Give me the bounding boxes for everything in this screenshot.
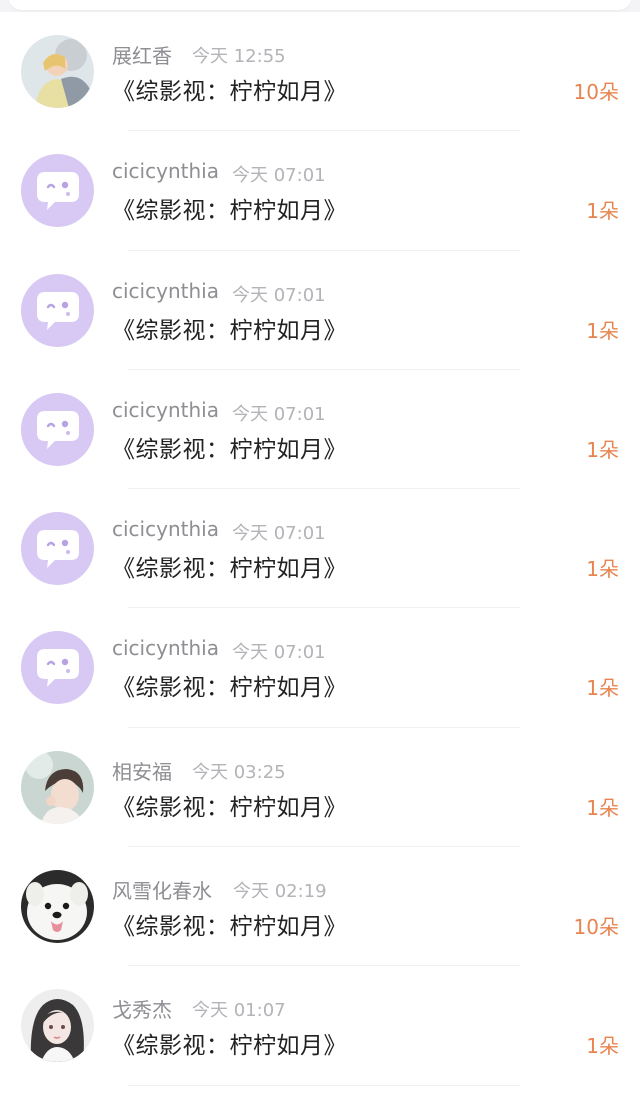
user-photo-avatar-icon xyxy=(21,989,94,1063)
user-photo-avatar-icon xyxy=(21,35,94,108)
avatar[interactable] xyxy=(21,870,94,944)
gift-record-list: 展红香 今天 12:55 《综影视：柠柠如月》 10朵 cicicynthia … xyxy=(0,12,640,1086)
list-item[interactable]: cicicynthia 今天 07:01 《综影视：柠柠如月》 1朵 xyxy=(0,489,640,609)
avatar[interactable] xyxy=(21,750,94,824)
flower-count: 10朵 xyxy=(573,915,619,940)
avatar[interactable] xyxy=(21,631,94,705)
send-time: 今天 01:07 xyxy=(192,1000,286,1022)
list-item[interactable]: 风雪化春水 今天 02:19 《综影视：柠柠如月》 10朵 xyxy=(0,847,640,967)
chat-bubble-icon xyxy=(21,154,94,228)
sender-name: 风雪化春水 xyxy=(112,879,212,904)
list-item[interactable]: 相安福 今天 03:25 《综影视：柠柠如月》 1朵 xyxy=(0,728,640,848)
sender-name: 展红香 xyxy=(112,44,172,68)
send-time: 今天 07:01 xyxy=(232,284,326,306)
avatar[interactable] xyxy=(21,989,94,1063)
sender-name: 戈秀杰 xyxy=(112,998,172,1023)
avatar[interactable] xyxy=(21,392,94,466)
flower-count: 10朵 xyxy=(573,80,619,104)
list-item[interactable]: cicicynthia 今天 07:01 《综影视：柠柠如月》 1朵 xyxy=(0,251,640,370)
send-time: 今天 12:55 xyxy=(192,46,286,67)
book-title[interactable]: 《综影视：柠柠如月》 xyxy=(112,72,347,106)
list-item[interactable]: 戈秀杰 今天 01:07 《综影视：柠柠如月》 1朵 xyxy=(0,966,640,1086)
chat-bubble-icon xyxy=(21,392,94,466)
user-photo-avatar-icon xyxy=(21,750,94,824)
divider xyxy=(128,1084,520,1086)
book-title[interactable]: 《综影视：柠柠如月》 xyxy=(112,311,347,345)
chat-bubble-icon xyxy=(21,631,94,705)
send-time: 今天 07:01 xyxy=(232,523,326,545)
book-title[interactable]: 《综影视：柠柠如月》 xyxy=(112,668,347,702)
list-item[interactable]: cicicynthia 今天 07:01 《综影视：柠柠如月》 1朵 xyxy=(0,131,640,251)
flower-count: 1朵 xyxy=(586,676,619,701)
flower-count: 1朵 xyxy=(586,199,619,224)
top-bar xyxy=(0,0,640,12)
book-title[interactable]: 《综影视：柠柠如月》 xyxy=(112,549,347,583)
book-title[interactable]: 《综影视：柠柠如月》 xyxy=(112,191,347,225)
sender-name: 相安福 xyxy=(112,759,172,784)
list-item[interactable]: cicicynthia 今天 07:01 《综影视：柠柠如月》 1朵 xyxy=(0,608,640,728)
flower-count: 1朵 xyxy=(586,557,619,582)
avatar[interactable] xyxy=(21,512,94,586)
flower-count: 1朵 xyxy=(586,1034,619,1059)
sender-name: cicicynthia xyxy=(112,278,219,303)
book-title[interactable]: 《综影视：柠柠如月》 xyxy=(112,788,347,822)
avatar[interactable] xyxy=(21,273,94,347)
send-time: 今天 07:01 xyxy=(232,642,326,664)
chat-bubble-icon xyxy=(21,512,94,586)
avatar[interactable] xyxy=(21,154,94,228)
sender-name: cicicynthia xyxy=(112,636,219,661)
send-time: 今天 07:01 xyxy=(232,403,326,425)
book-title[interactable]: 《综影视：柠柠如月》 xyxy=(112,907,347,941)
avatar[interactable] xyxy=(21,35,94,108)
send-time: 今天 07:01 xyxy=(232,165,326,187)
chat-bubble-icon xyxy=(21,273,94,347)
send-time: 今天 02:19 xyxy=(233,881,327,903)
sender-name: cicicynthia xyxy=(112,159,219,184)
send-time: 今天 03:25 xyxy=(192,761,286,783)
sender-name: cicicynthia xyxy=(112,397,219,422)
flower-count: 1朵 xyxy=(586,795,619,820)
flower-count: 1朵 xyxy=(586,437,619,462)
book-title[interactable]: 《综影视：柠柠如月》 xyxy=(112,430,347,464)
flower-count: 1朵 xyxy=(586,318,619,343)
book-title[interactable]: 《综影视：柠柠如月》 xyxy=(112,1026,347,1060)
sender-name: cicicynthia xyxy=(112,517,219,542)
list-item[interactable]: cicicynthia 今天 07:01 《综影视：柠柠如月》 1朵 xyxy=(0,370,640,490)
dog-photo-avatar-icon xyxy=(21,870,94,944)
list-item[interactable]: 展红香 今天 12:55 《综影视：柠柠如月》 10朵 xyxy=(0,12,640,132)
